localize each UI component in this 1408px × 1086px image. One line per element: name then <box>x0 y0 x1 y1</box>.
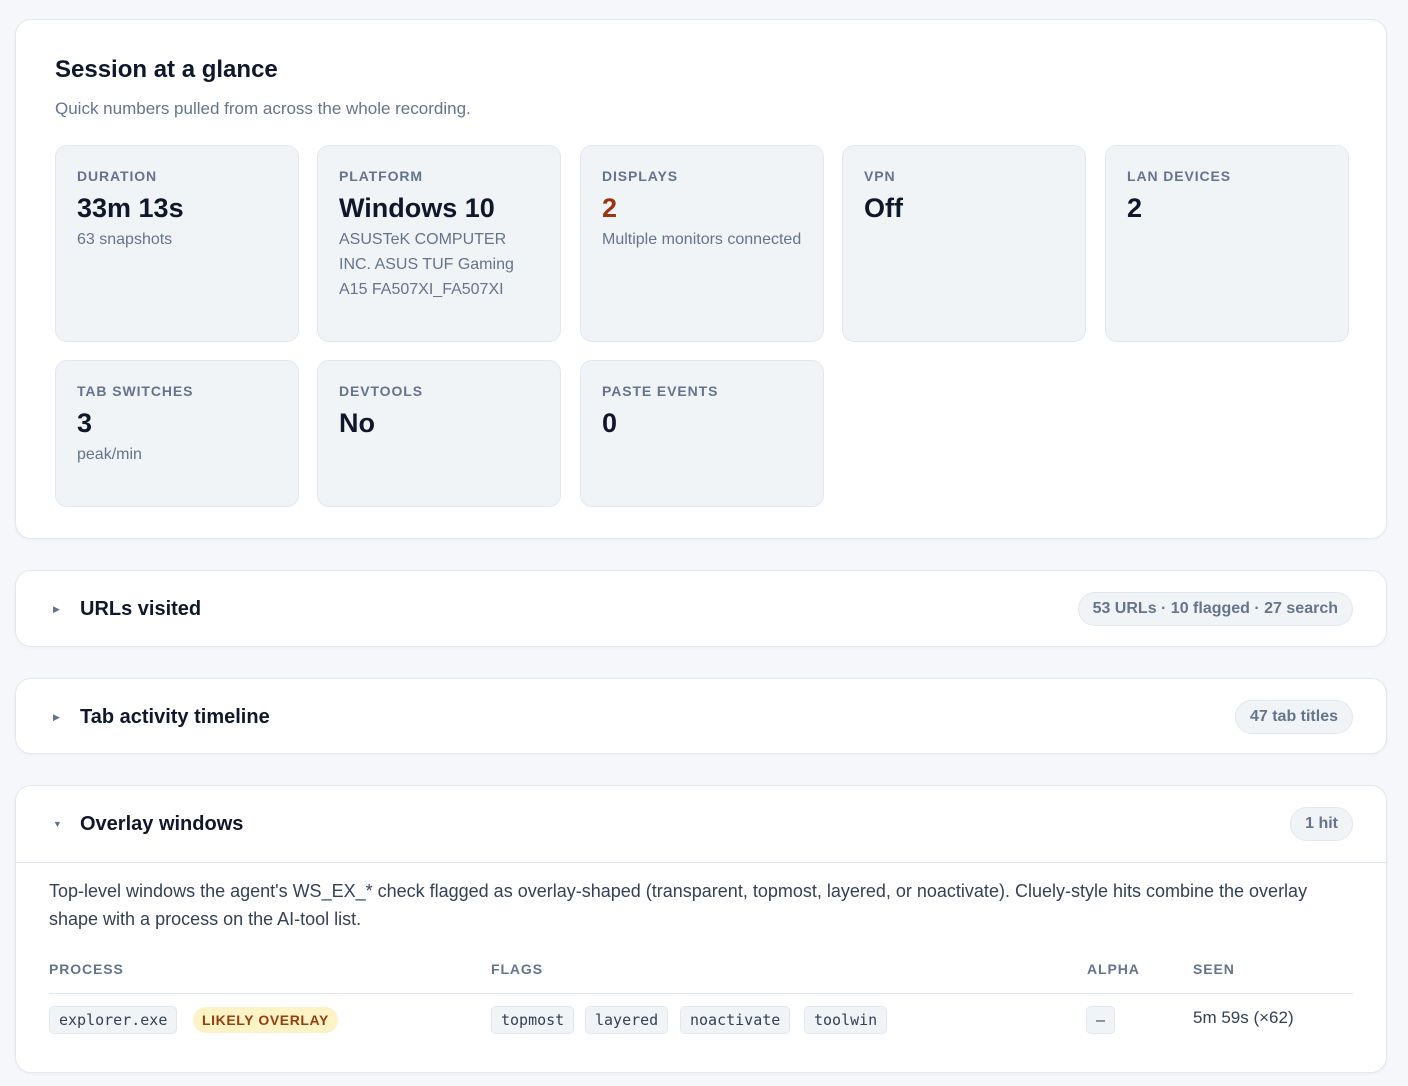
stat-label: VPN <box>864 168 896 184</box>
column-header-flags: Flags <box>491 961 543 977</box>
stat-value: Off <box>864 193 903 223</box>
stat-value: 2 <box>602 193 618 223</box>
session-title: Session at a glance <box>55 56 278 83</box>
stat-label: Paste events <box>602 383 719 399</box>
session-subtitle: Quick numbers pulled from across the who… <box>55 99 471 118</box>
table-row: explorer.exe LIKELY OVERLAY topmost laye… <box>16 1006 1386 1036</box>
caret-right-icon: ▶ <box>53 711 60 722</box>
stat-displays: Displays 2 Multiple monitors connected <box>580 145 824 342</box>
stat-note: Multiple monitors connected <box>602 231 802 248</box>
stat-note: peak/min <box>77 446 142 463</box>
stat-note: 63 snapshots <box>77 231 173 248</box>
stat-duration: Duration 33m 13s 63 snapshots <box>55 145 299 342</box>
flag-chip: topmost <box>491 1006 575 1034</box>
stat-label: Platform <box>339 168 423 184</box>
section-title: Overlay windows <box>80 812 244 835</box>
stat-value: 0 <box>602 408 618 438</box>
flag-chip: toolwin <box>804 1006 888 1034</box>
tab-activity-toggle[interactable]: ▶ Tab activity timeline 47 tab titles <box>16 679 1386 755</box>
stat-label: LAN devices <box>1127 168 1232 184</box>
caret-down-icon: ▼ <box>53 819 62 829</box>
overlay-description: Top-level windows the agent's WS_EX_* ch… <box>49 881 1308 929</box>
column-header-seen: Seen <box>1193 961 1235 977</box>
caret-right-icon: ▶ <box>53 603 60 614</box>
overlay-summary-pill: 1 hit <box>1290 807 1353 841</box>
urls-visited-section: ▶ URLs visited 53 URLs · 10 flagged · 27… <box>15 570 1387 647</box>
tab-activity-section: ▶ Tab activity timeline 47 tab titles <box>15 678 1387 754</box>
stat-paste-events: Paste events 0 <box>580 360 824 507</box>
urls-visited-toggle[interactable]: ▶ URLs visited 53 URLs · 10 flagged · 27… <box>16 571 1386 647</box>
stat-vpn: VPN Off <box>842 145 1086 342</box>
stat-devtools: Devtools No <box>317 360 561 507</box>
stat-value: 2 <box>1127 193 1143 223</box>
stat-value: 3 <box>77 408 93 438</box>
stat-value: Windows 10 <box>339 193 495 223</box>
seen-value: 5m 59s (×62) <box>1193 1008 1294 1027</box>
flag-chip: noactivate <box>680 1006 791 1034</box>
stat-value: No <box>339 408 375 438</box>
stat-label: Displays <box>602 168 678 184</box>
stat-tab-switches: Tab switches 3 peak/min <box>55 360 299 507</box>
column-header-alpha: Alpha <box>1087 961 1140 977</box>
flag-chip: layered <box>585 1006 669 1034</box>
divider <box>16 862 1386 863</box>
section-title: URLs visited <box>80 597 202 620</box>
alpha-value: – <box>1086 1006 1116 1034</box>
process-name: explorer.exe <box>49 1006 178 1034</box>
session-summary-card: Session at a glance Quick numbers pulled… <box>15 19 1387 539</box>
tabs-summary-pill: 47 tab titles <box>1234 700 1353 734</box>
stat-note: ASUSTeK COMPUTER INC. ASUS TUF Gaming A1… <box>339 231 514 298</box>
section-title: Tab activity timeline <box>80 705 270 728</box>
stat-lan-devices: LAN devices 2 <box>1105 145 1349 342</box>
stat-value: 33m 13s <box>77 193 184 223</box>
column-header-process: Process <box>49 961 124 977</box>
stat-label: Devtools <box>339 383 423 399</box>
stat-label: Tab switches <box>77 383 194 399</box>
overlay-windows-toggle[interactable]: ▼ Overlay windows 1 hit <box>16 786 1386 862</box>
likely-overlay-badge: LIKELY OVERLAY <box>193 1007 338 1033</box>
urls-summary-pill: 53 URLs · 10 flagged · 27 search <box>1077 592 1353 626</box>
stat-platform: Platform Windows 10 ASUSTeK COMPUTER INC… <box>317 145 561 342</box>
table-header-rule <box>49 993 1353 994</box>
stat-label: Duration <box>77 168 158 184</box>
overlay-windows-section: ▼ Overlay windows 1 hit Top-level window… <box>15 785 1387 1073</box>
